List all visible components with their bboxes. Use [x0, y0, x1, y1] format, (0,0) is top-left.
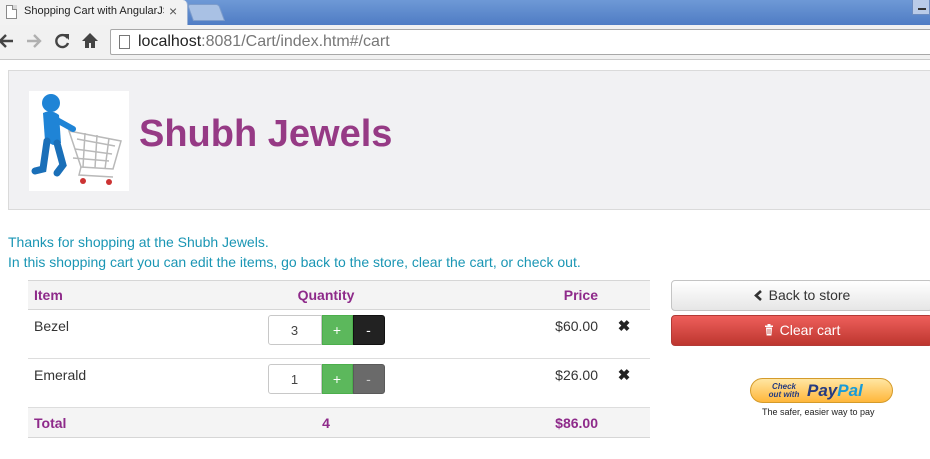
back-arrow-icon[interactable] — [0, 31, 16, 51]
decrease-quantity-button[interactable]: - — [352, 315, 385, 345]
paypal-button-shape: Check out with PayPal — [750, 378, 893, 403]
remove-item-icon[interactable]: ✖ — [618, 317, 631, 335]
home-icon[interactable] — [80, 31, 100, 51]
page-icon — [119, 35, 130, 49]
cart-table: Item Quantity Price Bezel + - $60.00 ✖ E… — [28, 280, 650, 438]
remove-item-icon[interactable]: ✖ — [618, 366, 631, 384]
shopping-cart-logo — [29, 91, 129, 191]
item-price: $60.00 — [424, 309, 598, 359]
tab-close-icon[interactable]: × — [169, 4, 177, 18]
back-to-store-button[interactable]: Back to store — [671, 280, 930, 311]
item-price: $26.00 — [424, 358, 598, 408]
column-header-remove — [598, 280, 650, 310]
clear-cart-button[interactable]: Clear cart — [671, 315, 930, 346]
brand-title: Shubh Jewels — [139, 113, 393, 155]
intro-line-2: In this shopping cart you can edit the i… — [8, 254, 581, 270]
forward-arrow-icon[interactable] — [24, 31, 44, 51]
quantity-stepper: + - — [267, 364, 385, 394]
new-tab-button[interactable] — [186, 4, 226, 21]
total-label: Total — [28, 407, 228, 438]
column-header-item: Item — [28, 280, 228, 310]
page-header: Shubh Jewels — [8, 70, 930, 210]
remove-cell: ✖ — [598, 309, 650, 359]
table-row: Emerald + - $26.00 ✖ — [28, 358, 650, 408]
total-quantity: 4 — [228, 407, 424, 438]
quantity-cell: + - — [228, 358, 424, 408]
trash-icon — [764, 316, 774, 345]
address-bar[interactable]: localhost:8081/Cart/index.htm#/cart — [110, 29, 930, 55]
paypal-check-out-text: Check out with — [768, 382, 800, 399]
minimize-window-button[interactable] — [912, 0, 930, 15]
intro-line-1: Thanks for shopping at the Shubh Jewels. — [8, 234, 269, 250]
paypal-checkout-button[interactable]: Check out with PayPal The safer, easier … — [750, 378, 894, 424]
remove-cell: ✖ — [598, 358, 650, 408]
quantity-input[interactable] — [267, 315, 322, 345]
quantity-input[interactable] — [267, 364, 322, 394]
browser-tabbar: Shopping Cart with AngularJS × — [0, 0, 930, 25]
quantity-cell: + - — [228, 309, 424, 359]
clear-cart-label: Clear cart — [779, 322, 841, 338]
cart-header-row: Item Quantity Price — [28, 280, 650, 310]
item-name: Emerald — [28, 358, 228, 408]
increase-quantity-button[interactable]: + — [321, 315, 353, 345]
reload-icon[interactable] — [52, 31, 72, 51]
paypal-logo: PayPal — [807, 381, 863, 400]
paypal-tagline: The safer, easier way to pay — [762, 407, 875, 417]
browser-toolbar: localhost:8081/Cart/index.htm#/cart — [0, 25, 930, 60]
total-row: Total 4 $86.00 — [28, 407, 650, 438]
column-header-quantity: Quantity — [228, 280, 424, 310]
total-price: $86.00 — [424, 407, 598, 438]
quantity-stepper: + - — [267, 315, 385, 345]
intro-text: Thanks for shopping at the Shubh Jewels.… — [8, 232, 581, 272]
url-text[interactable]: localhost:8081/Cart/index.htm#/cart — [138, 33, 390, 51]
table-row: Bezel + - $60.00 ✖ — [28, 309, 650, 359]
back-to-store-label: Back to store — [768, 287, 851, 303]
page-icon — [6, 5, 17, 19]
item-name: Bezel — [28, 309, 228, 359]
tab-title: Shopping Cart with AngularJS — [24, 5, 164, 17]
increase-quantity-button[interactable]: + — [321, 364, 353, 394]
decrease-quantity-button[interactable]: - — [352, 364, 385, 394]
column-header-price: Price — [424, 280, 598, 310]
browser-tab[interactable]: Shopping Cart with AngularJS × — [0, 0, 188, 25]
chevron-left-icon — [753, 281, 763, 310]
